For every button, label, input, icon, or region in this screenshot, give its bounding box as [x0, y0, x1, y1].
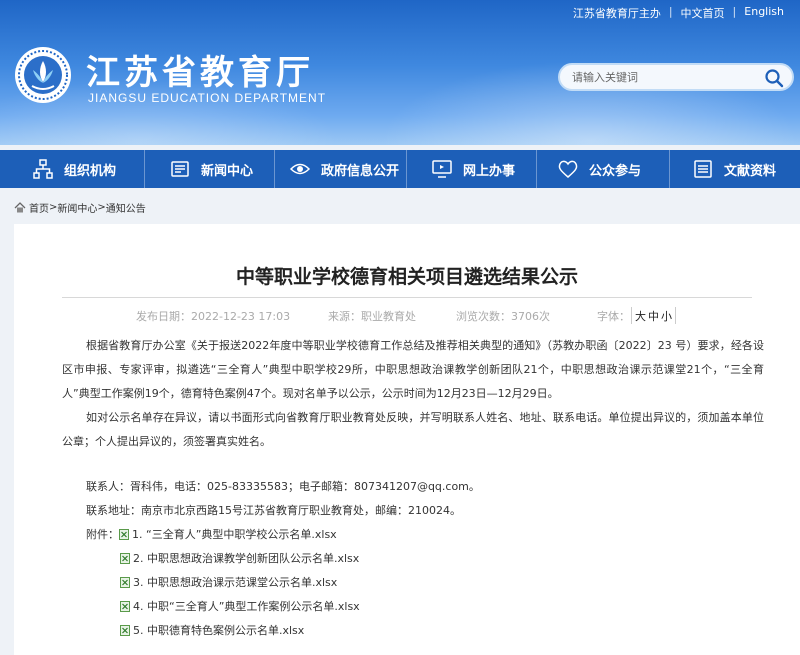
- font-size-label: 字体：: [597, 310, 630, 323]
- attachment-row: 4. 中职“三全育人”典型工作案例公示名单.xlsx: [120, 598, 360, 614]
- separator: |: [668, 5, 673, 18]
- address-line: 联系地址：南京市北京西路15号江苏省教育厅职业教育处，邮编：210024。: [86, 504, 461, 517]
- nav-item-literature[interactable]: 文献资料: [670, 150, 800, 188]
- excel-file-icon: [120, 576, 130, 588]
- nav-item-organization[interactable]: 组织机构: [0, 150, 145, 188]
- breadcrumb-separator: >: [49, 202, 58, 213]
- contact-line: 联系人：胥科伟，电话：025-83335583；电子邮箱：807341207@q…: [86, 480, 480, 493]
- document-icon: [694, 160, 712, 178]
- title-divider: [62, 297, 752, 298]
- font-medium-button[interactable]: 中: [648, 308, 659, 324]
- breadcrumb-separator: >: [97, 202, 106, 213]
- attachment-row: 2. 中职思想政治课教学创新团队公示名单.xlsx: [120, 550, 359, 566]
- article-body: 根据省教育厅办公室《关于报送2022年度中等职业学校德育工作总结及推荐相关典型的…: [62, 334, 764, 454]
- attachment-link[interactable]: 5. 中职德育特色案例公示名单.xlsx: [133, 622, 304, 638]
- excel-file-icon: [120, 624, 130, 636]
- site-header: 江苏省教育厅主办 | 中文首页 | English 江苏省教育厅 JIANGSU…: [0, 0, 800, 145]
- breadcrumb-notice[interactable]: 通知公告: [106, 200, 146, 215]
- font-size-switcher: 大 中 小: [631, 307, 676, 324]
- host-text: 江苏省教育厅主办: [572, 7, 661, 20]
- breadcrumb: 首页 > 新闻中心 > 通知公告: [14, 200, 146, 215]
- nav-item-online-service[interactable]: 网上办事: [407, 150, 537, 188]
- emblem-icon[interactable]: [14, 46, 72, 104]
- breadcrumb-home[interactable]: 首页: [29, 200, 49, 215]
- heart-icon: [558, 160, 578, 178]
- font-large-button[interactable]: 大: [635, 308, 646, 324]
- news-icon: [171, 161, 189, 177]
- site-title: 江苏省教育厅: [86, 53, 314, 93]
- attachments-label: 附件：: [86, 528, 119, 541]
- attachment-link[interactable]: 4. 中职“三全育人”典型工作案例公示名单.xlsx: [133, 598, 360, 614]
- main-nav: 组织机构 新闻中心 政府信息公开 网上办事 公众参与 文献资料: [0, 150, 800, 188]
- attachment-row: 3. 中职思想政治课示范课堂公示名单.xlsx: [120, 574, 337, 590]
- site-subtitle: JIANGSU EDUCATION DEPARTMENT: [88, 91, 327, 105]
- paragraph-objection: 如对公示名单存在异议，请以书面形式向省教育厅职业教育处反映，并写明联系人姓名、地…: [62, 411, 764, 448]
- publish-date: 发布日期：2022-12-23 17:03: [136, 310, 291, 323]
- article-title: 中等职业学校德育相关项目遴选结果公示: [235, 266, 578, 288]
- search-icon[interactable]: [764, 68, 784, 88]
- nav-label: 网上办事: [463, 163, 516, 179]
- org-chart-icon: [33, 159, 53, 179]
- excel-file-icon: [120, 600, 130, 612]
- excel-file-icon: [119, 528, 129, 540]
- view-count: 浏览次数：3706次: [456, 310, 550, 323]
- monitor-icon: [432, 160, 452, 178]
- nav-item-news[interactable]: 新闻中心: [145, 150, 275, 188]
- nav-label: 公众参与: [589, 163, 642, 179]
- nav-item-public-participation[interactable]: 公众参与: [537, 150, 670, 188]
- separator: |: [732, 5, 737, 18]
- nav-label: 组织机构: [64, 163, 117, 179]
- attachment-link[interactable]: 1. “三全育人”典型中职学校公示名单.xlsx: [132, 526, 337, 542]
- home-cn-link[interactable]: 中文首页: [673, 5, 733, 21]
- search-input[interactable]: [572, 67, 762, 87]
- nav-label: 新闻中心: [201, 163, 254, 179]
- paragraph-notice: 根据省教育厅办公室《关于报送2022年度中等职业学校德育工作总结及推荐相关典型的…: [62, 339, 764, 400]
- excel-file-icon: [120, 552, 130, 564]
- nav-label: 政府信息公开: [321, 163, 400, 179]
- nav-label: 文献资料: [724, 163, 777, 179]
- article-panel: 中等职业学校德育相关项目遴选结果公示 发布日期：2022-12-23 17:03…: [14, 224, 800, 655]
- home-icon: [14, 202, 26, 213]
- nav-item-gov-info[interactable]: 政府信息公开: [275, 150, 407, 188]
- breadcrumb-news[interactable]: 新闻中心: [57, 200, 97, 215]
- search-box: [558, 63, 794, 91]
- attachment-row: 5. 中职德育特色案例公示名单.xlsx: [120, 622, 304, 638]
- attachment-link[interactable]: 2. 中职思想政治课教学创新团队公示名单.xlsx: [133, 550, 359, 566]
- top-links: 江苏省教育厅主办 | 中文首页 | English: [565, 5, 792, 21]
- english-link[interactable]: English: [736, 5, 792, 21]
- attachment-link[interactable]: 3. 中职思想政治课示范课堂公示名单.xlsx: [133, 574, 337, 590]
- article-source: 来源：职业教育处: [328, 310, 416, 323]
- attachment-row: 附件： 1. “三全育人”典型中职学校公示名单.xlsx: [86, 526, 337, 542]
- eye-icon: [289, 163, 311, 175]
- font-small-button[interactable]: 小: [661, 308, 672, 324]
- article-meta: 发布日期：2022-12-23 17:03 来源：职业教育处 浏览次数：3706…: [14, 308, 800, 324]
